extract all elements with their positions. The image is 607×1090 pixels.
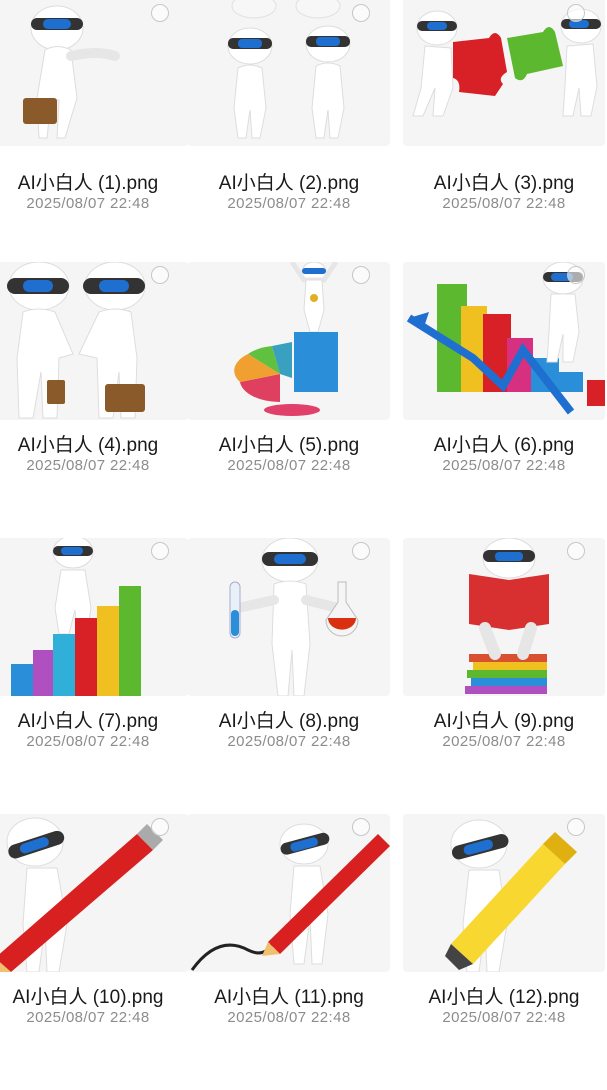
file-name: AI小白人 (3).png bbox=[433, 173, 575, 194]
select-checkbox[interactable] bbox=[352, 542, 370, 560]
file-thumbnail[interactable] bbox=[188, 262, 390, 420]
file-name: AI小白人 (4).png bbox=[17, 435, 159, 456]
climbing-bars-image bbox=[11, 538, 141, 696]
file-tile[interactable]: AI小白人 (4).png 2025/08/07 22:48 bbox=[0, 262, 189, 538]
file-name: AI小白人 (11).png bbox=[214, 987, 364, 1008]
file-date: 2025/08/07 22:48 bbox=[26, 1009, 150, 1026]
file-tile[interactable]: AI小白人 (8).png 2025/08/07 22:48 bbox=[188, 538, 390, 814]
select-checkbox[interactable] bbox=[352, 818, 370, 836]
bar-chart-arrow-image bbox=[406, 262, 605, 415]
carrying-pencil-image bbox=[0, 817, 163, 972]
drawing-with-pencil-image bbox=[190, 823, 390, 971]
test-tube-flask-image bbox=[229, 538, 359, 696]
file-tile[interactable]: AI小白人 (5).png 2025/08/07 22:48 bbox=[188, 262, 390, 538]
file-date: 2025/08/07 22:48 bbox=[227, 195, 351, 212]
file-date: 2025/08/07 22:48 bbox=[26, 457, 150, 474]
file-tile[interactable]: AI小白人 (10).png 2025/08/07 22:48 bbox=[0, 814, 189, 1090]
file-date: 2025/08/07 22:48 bbox=[442, 1009, 566, 1026]
file-tile[interactable]: AI小白人 (12).png 2025/08/07 22:48 bbox=[403, 814, 605, 1090]
file-name: AI小白人 (8).png bbox=[218, 711, 360, 732]
select-checkbox[interactable] bbox=[352, 4, 370, 22]
file-tile[interactable]: AI小白人 (2).png 2025/08/07 22:48 bbox=[188, 0, 390, 276]
file-name: AI小白人 (12).png bbox=[428, 987, 580, 1008]
file-thumbnail[interactable] bbox=[0, 538, 189, 696]
file-thumbnail[interactable] bbox=[403, 262, 605, 420]
select-checkbox[interactable] bbox=[567, 818, 585, 836]
file-thumbnail[interactable] bbox=[0, 814, 189, 972]
file-thumbnail[interactable] bbox=[403, 538, 605, 696]
file-date: 2025/08/07 22:48 bbox=[227, 733, 351, 750]
file-date: 2025/08/07 22:48 bbox=[442, 195, 566, 212]
select-checkbox[interactable] bbox=[567, 542, 585, 560]
file-date: 2025/08/07 22:48 bbox=[26, 733, 150, 750]
file-date: 2025/08/07 22:48 bbox=[442, 457, 566, 474]
file-tile[interactable]: AI小白人 (7).png 2025/08/07 22:48 bbox=[0, 538, 189, 814]
select-checkbox[interactable] bbox=[151, 4, 169, 22]
file-thumbnail[interactable] bbox=[188, 538, 390, 696]
file-name: AI小白人 (10).png bbox=[12, 987, 164, 1008]
file-tile[interactable]: AI小白人 (6).png 2025/08/07 22:48 bbox=[403, 262, 605, 538]
reading-on-books-image bbox=[465, 538, 549, 694]
file-date: 2025/08/07 22:48 bbox=[227, 1009, 351, 1026]
file-thumbnail[interactable] bbox=[0, 262, 189, 420]
file-name: AI小白人 (6).png bbox=[433, 435, 575, 456]
file-tile[interactable]: AI小白人 (3).png 2025/08/07 22:48 bbox=[403, 0, 605, 276]
select-checkbox[interactable] bbox=[567, 4, 585, 22]
select-checkbox[interactable] bbox=[151, 542, 169, 560]
select-checkbox[interactable] bbox=[151, 266, 169, 284]
file-name: AI小白人 (2).png bbox=[218, 173, 360, 194]
handshake-image bbox=[7, 262, 146, 419]
winner-on-pie-chart-image bbox=[234, 262, 339, 416]
file-thumbnail[interactable] bbox=[188, 814, 390, 972]
select-checkbox[interactable] bbox=[567, 266, 585, 284]
file-name: AI小白人 (7).png bbox=[17, 711, 159, 732]
file-thumbnail[interactable] bbox=[403, 814, 605, 972]
file-date: 2025/08/07 22:48 bbox=[227, 457, 351, 474]
file-tile[interactable]: AI小白人 (1).png 2025/08/07 22:48 bbox=[0, 0, 189, 276]
carrying-highlighter-image bbox=[445, 819, 577, 972]
file-tile[interactable]: AI小白人 (11).png 2025/08/07 22:48 bbox=[188, 814, 390, 1090]
file-tile[interactable]: AI小白人 (9).png 2025/08/07 22:48 bbox=[403, 538, 605, 814]
select-checkbox[interactable] bbox=[151, 818, 169, 836]
file-name: AI小白人 (5).png bbox=[218, 435, 360, 456]
file-date: 2025/08/07 22:48 bbox=[26, 195, 150, 212]
file-name: AI小白人 (9).png bbox=[433, 711, 575, 732]
file-date: 2025/08/07 22:48 bbox=[442, 733, 566, 750]
file-name: AI小白人 (1).png bbox=[17, 173, 159, 194]
file-grid: AI小白人 (1).png 2025/08/07 22:48 AI小白人 (2)… bbox=[0, 0, 607, 1026]
select-checkbox[interactable] bbox=[352, 266, 370, 284]
